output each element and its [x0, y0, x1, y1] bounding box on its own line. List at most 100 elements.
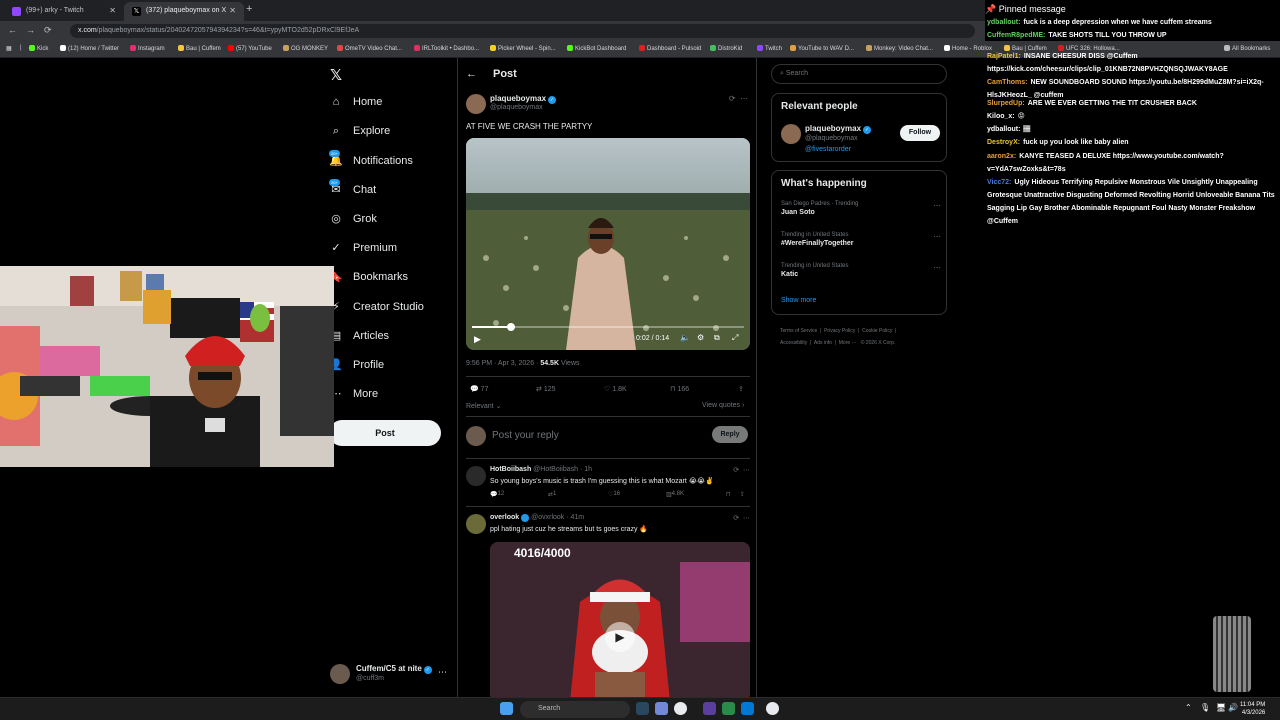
footer-link[interactable]: Ads info	[814, 340, 832, 346]
apps-grid-icon[interactable]: ▦	[6, 45, 12, 52]
post-button[interactable]: Post	[329, 420, 441, 446]
more-dots-icon[interactable]: ⋯	[933, 263, 941, 272]
repost-stat[interactable]: ⇄ 125	[536, 385, 556, 393]
author-handle[interactable]: @plaqueboymax	[490, 104, 543, 111]
view-count[interactable]: ▥ 4.8K	[666, 491, 684, 498]
author-avatar[interactable]	[466, 94, 486, 114]
mic-icon[interactable]: 🎙	[1200, 703, 1210, 712]
trend-item[interactable]: Trending in United States Katic ⋯	[781, 263, 941, 278]
chat-username[interactable]: Vicc72:	[987, 179, 1011, 186]
explorer-icon[interactable]	[741, 702, 754, 715]
chat-username[interactable]: DestroyX:	[987, 139, 1020, 146]
nav-item-bookmarks[interactable]: 🔖 Bookmarks	[329, 270, 408, 292]
reply-count[interactable]: 💬 12	[490, 491, 504, 498]
more-dots-icon[interactable]: ⋯	[933, 232, 941, 241]
pip-icon[interactable]: ⧉	[714, 333, 720, 343]
forward-arrow-icon[interactable]: →	[26, 25, 35, 35]
bookmark-item[interactable]: Home - Roblox	[944, 45, 992, 52]
more-dots-icon[interactable]: ⋯	[743, 515, 750, 522]
nav-item-chat[interactable]: ✉ 20+ Chat	[329, 179, 376, 205]
footer-link[interactable]: Cookie Policy	[862, 328, 892, 334]
like-count[interactable]: ♡ 16	[608, 491, 620, 498]
nav-item-profile[interactable]: 👤 Profile	[329, 358, 384, 380]
chat-username[interactable]: CuffemR8pedME:	[987, 32, 1045, 39]
browser-tab-x[interactable]: 𝕏 (372) plaqueboymax on X ✕	[124, 2, 244, 21]
nav-item-grok[interactable]: ◎ Grok	[329, 212, 377, 234]
chat-username[interactable]: ydballout:	[987, 126, 1020, 133]
video-progress-knob[interactable]	[506, 323, 515, 331]
back-arrow-icon[interactable]: ←	[8, 25, 17, 35]
bookmark-item[interactable]: (12) Home / Twitter	[60, 45, 119, 52]
sort-relevant[interactable]: Relevant ⌄	[466, 402, 501, 410]
chat-username[interactable]: RajPatel1:	[987, 53, 1021, 60]
person-handle[interactable]: @plaqueboymax	[805, 135, 858, 142]
grok-icon[interactable]: ⟳	[729, 94, 736, 103]
steam-icon[interactable]	[636, 702, 649, 715]
bookmark-item[interactable]: DistroKid	[710, 45, 742, 52]
video-player[interactable]: ▶ 0:02 / 0:14 🔈 ⚙ ⧉ ⤢	[466, 138, 750, 350]
taskbar-search[interactable]: Search	[520, 701, 630, 718]
reply-media[interactable]: 4016/4000 ▶	[490, 542, 750, 702]
repost-count[interactable]: ⇄ 1	[548, 491, 556, 498]
close-tab-icon[interactable]: ✕	[229, 6, 236, 15]
browser-tab-twitch[interactable]: (99+) arky - Twitch ✕	[4, 2, 124, 21]
follow-button[interactable]: Follow	[900, 125, 940, 141]
back-arrow-icon[interactable]: ←	[466, 68, 477, 80]
close-tab-icon[interactable]: ✕	[109, 6, 116, 15]
person-bio-link[interactable]: @fivestarorder	[805, 146, 851, 153]
bookmark-item[interactable]: OG MONKEY	[283, 45, 328, 52]
bookmark-item[interactable]: Monkey: Video Chat...	[866, 45, 933, 52]
tray-chevron-icon[interactable]: ⌃	[1185, 703, 1192, 712]
nav-item-notifications[interactable]: 🔔 20+ Notifications	[329, 150, 413, 176]
grok-icon[interactable]: ⟳	[733, 515, 739, 522]
play-icon[interactable]: ▶	[605, 622, 635, 652]
bookmark-item[interactable]: Kick	[29, 45, 48, 52]
more-dots-icon[interactable]: ⋯	[438, 667, 447, 678]
bookmark-item[interactable]: IRLToolkit • Dashbo...	[414, 45, 479, 52]
bookmark-item[interactable]: Twitch	[757, 45, 782, 52]
trend-item[interactable]: San Diego Padres · Trending Juan Soto ⋯	[781, 201, 941, 216]
show-more-link[interactable]: Show more	[781, 297, 816, 304]
windows-start-icon[interactable]	[500, 702, 513, 715]
bookmark-item[interactable]: Picker Wheel - Spin...	[490, 45, 556, 52]
fullscreen-icon[interactable]: ⤢	[732, 333, 738, 343]
nav-item-more[interactable]: ⋯ More	[329, 387, 379, 409]
video-progress-bar[interactable]	[472, 323, 744, 331]
bookmark-icon[interactable]: ⊓	[726, 491, 731, 498]
bookmark-item[interactable]: YouTube to WAV D...	[790, 45, 854, 52]
more-dots-icon[interactable]: ⋯	[743, 467, 750, 474]
settings-gear-icon[interactable]: ⚙	[697, 333, 704, 342]
author-name[interactable]: plaqueboymax ✓	[490, 94, 557, 104]
chrome-icon[interactable]	[674, 702, 687, 715]
chat-username[interactable]: CamThoms:	[987, 79, 1027, 86]
avatar[interactable]	[781, 124, 801, 144]
footer-link[interactable]: Terms of Service	[780, 328, 817, 334]
reply-button[interactable]: Reply	[712, 426, 748, 443]
share-icon[interactable]: ⇪	[740, 491, 745, 498]
nav-item-creator-studio[interactable]: ⚡ Creator Studio	[329, 300, 424, 322]
footer-link[interactable]: Accessibility	[780, 340, 807, 346]
chat-username[interactable]: SlurpedUp:	[987, 100, 1025, 107]
bookmark-item[interactable]: Instagram	[130, 45, 165, 52]
share-icon[interactable]: ⇪	[738, 385, 744, 393]
chat-username[interactable]: Kiloo_x:	[987, 113, 1015, 120]
footer-link[interactable]: Privacy Policy	[824, 328, 855, 334]
bookmark-item[interactable]: Dashboard - Pulsoid	[639, 45, 701, 52]
chrome-active-icon[interactable]	[766, 702, 779, 715]
nav-item-home[interactable]: ⌂ Home	[329, 96, 383, 118]
more-dots-icon[interactable]: ⋯	[740, 94, 748, 103]
account-switcher[interactable]: Cuffem/C5 at nite ✓ @cuff3m ⋯	[330, 662, 450, 686]
clock[interactable]: 11:04 PM 4/3/2026	[1240, 701, 1265, 717]
bookmark-item[interactable]: OmeTV Video Chat...	[337, 45, 402, 52]
nav-item-premium[interactable]: ✓ Premium	[329, 241, 397, 263]
view-quotes-link[interactable]: View quotes ›	[702, 402, 744, 409]
volume-icon[interactable]: 🔊	[1228, 703, 1238, 712]
reply-stat[interactable]: 💬 77	[470, 385, 488, 393]
network-icon[interactable]: 🖥	[1216, 703, 1226, 712]
volume-icon[interactable]: 🔈	[680, 333, 690, 342]
url-field[interactable]: x.com/plaqueboymax/status/20402472057943…	[70, 24, 975, 38]
new-tab-plus-icon[interactable]: +	[246, 3, 252, 15]
chat-username[interactable]: ydballout:	[987, 19, 1020, 26]
nav-item-explore[interactable]: ⌕ Explore	[329, 125, 390, 147]
obs-icon[interactable]	[703, 702, 716, 715]
